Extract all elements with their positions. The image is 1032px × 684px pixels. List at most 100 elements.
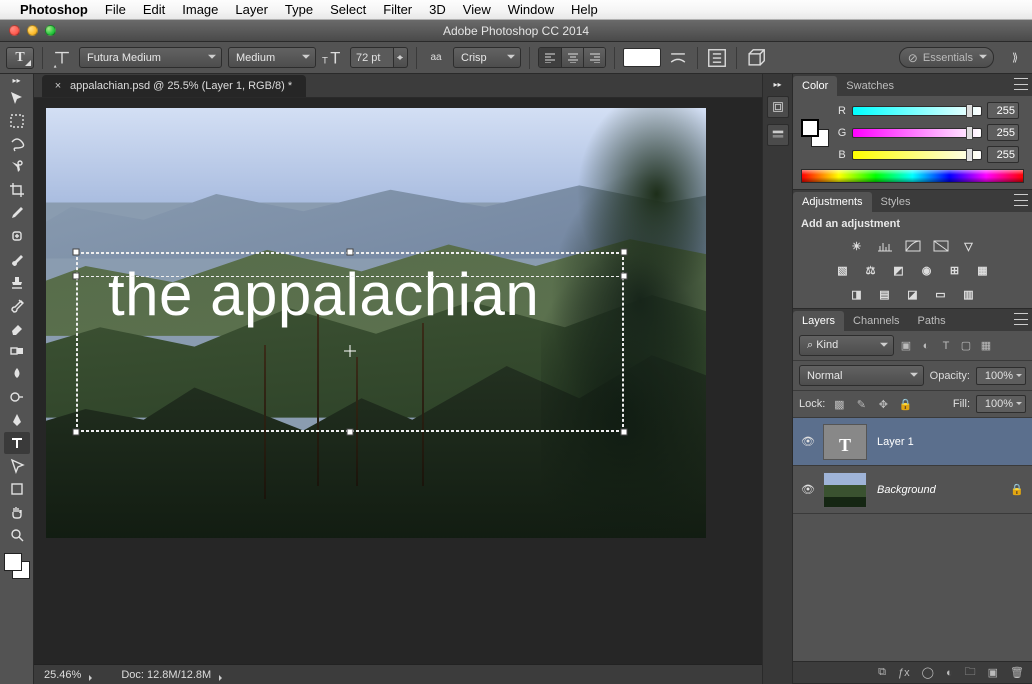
menu-file[interactable]: File: [105, 2, 126, 17]
fg-bg-color-icon[interactable]: [3, 552, 31, 580]
dock-expand-icon[interactable]: ▸▸: [773, 80, 781, 90]
minimize-window-button[interactable]: [27, 25, 38, 36]
adj-posterize-icon[interactable]: ▤: [876, 286, 894, 302]
adj-photo-filter-icon[interactable]: ◉: [918, 262, 936, 278]
layer-row[interactable]: 👁 Background 🔒: [793, 466, 1032, 514]
channel-g-value[interactable]: [987, 124, 1019, 141]
adj-brightness-icon[interactable]: ☀: [848, 238, 866, 254]
menu-select[interactable]: Select: [330, 2, 366, 17]
menu-edit[interactable]: Edit: [143, 2, 165, 17]
adj-invert-icon[interactable]: ◨: [848, 286, 866, 302]
layer-thumbnail[interactable]: [823, 472, 867, 508]
adj-curves-icon[interactable]: [904, 238, 922, 254]
lock-all-icon[interactable]: 🔒: [897, 396, 913, 412]
canvas-viewport[interactable]: the appalachian: [34, 98, 762, 664]
new-fill-adj-icon[interactable]: ◐: [946, 667, 953, 679]
delete-layer-icon[interactable]: 🗑: [1010, 666, 1024, 679]
link-layers-icon[interactable]: ⧉: [878, 666, 886, 679]
fill-field[interactable]: 100%: [976, 395, 1026, 413]
adj-levels-icon[interactable]: [876, 238, 894, 254]
layer-lock-icon[interactable]: 🔒: [1010, 483, 1024, 496]
font-size-stepper[interactable]: [394, 47, 408, 68]
gradient-tool-icon[interactable]: [4, 340, 30, 362]
eraser-tool-icon[interactable]: [4, 317, 30, 339]
filter-pixel-icon[interactable]: ▣: [898, 338, 914, 354]
blur-tool-icon[interactable]: [4, 363, 30, 385]
menu-view[interactable]: View: [463, 2, 491, 17]
history-panel-icon[interactable]: [767, 96, 789, 118]
type-tool-icon[interactable]: [4, 432, 30, 454]
quick-select-tool-icon[interactable]: [4, 156, 30, 178]
properties-panel-icon[interactable]: [767, 124, 789, 146]
document-tab[interactable]: × appalachian.psd @ 25.5% (Layer 1, RGB/…: [42, 75, 306, 97]
hand-tool-icon[interactable]: [4, 501, 30, 523]
orientation-toggle-icon[interactable]: [51, 47, 73, 69]
channel-g-slider[interactable]: [852, 128, 982, 138]
tab-channels[interactable]: Channels: [844, 311, 908, 331]
text-align-group[interactable]: [538, 47, 606, 68]
pen-tool-icon[interactable]: [4, 409, 30, 431]
channel-b-value[interactable]: [987, 146, 1019, 163]
marquee-tool-icon[interactable]: [4, 110, 30, 132]
font-weight-select[interactable]: Medium: [228, 47, 316, 68]
shape-tool-icon[interactable]: [4, 478, 30, 500]
spectrum-picker[interactable]: [801, 169, 1024, 183]
menu-app[interactable]: Photoshop: [20, 2, 88, 17]
visibility-toggle-icon[interactable]: 👁: [793, 483, 823, 496]
lock-position-icon[interactable]: ✥: [875, 396, 891, 412]
lock-paint-icon[interactable]: ✎: [853, 396, 869, 412]
search-icon[interactable]: ⟫: [1004, 47, 1026, 69]
zoom-level[interactable]: 25.46%: [44, 669, 91, 681]
layer-thumbnail[interactable]: T: [823, 424, 867, 460]
history-brush-tool-icon[interactable]: [4, 294, 30, 316]
menu-layer[interactable]: Layer: [235, 2, 268, 17]
adj-bw-icon[interactable]: ◩: [890, 262, 908, 278]
text-layer-content[interactable]: the appalachian: [108, 260, 539, 329]
tab-styles[interactable]: Styles: [872, 192, 920, 212]
channel-r-value[interactable]: [987, 102, 1019, 119]
menu-filter[interactable]: Filter: [383, 2, 412, 17]
layer-name[interactable]: Background: [877, 484, 936, 496]
layer-style-icon[interactable]: ƒx: [898, 667, 910, 679]
adj-threshold-icon[interactable]: ◪: [904, 286, 922, 302]
panel-menu-icon[interactable]: [1014, 313, 1028, 325]
blend-mode-select[interactable]: Normal: [799, 365, 924, 386]
panel-color-swatches[interactable]: [801, 119, 829, 147]
stamp-tool-icon[interactable]: [4, 271, 30, 293]
move-tool-icon[interactable]: [4, 87, 30, 109]
adj-channel-mixer-icon[interactable]: ⊞: [946, 262, 964, 278]
text-color-swatch[interactable]: [623, 48, 661, 67]
channel-b-slider[interactable]: [852, 150, 982, 160]
crop-tool-icon[interactable]: [4, 179, 30, 201]
align-left-button[interactable]: [539, 48, 561, 67]
workspace-switcher[interactable]: Essentials: [899, 47, 994, 68]
lock-pixels-icon[interactable]: ▩: [831, 396, 847, 412]
canvas[interactable]: the appalachian: [46, 108, 706, 538]
adj-gradient-map-icon[interactable]: ▭: [932, 286, 950, 302]
adj-exposure-icon[interactable]: [932, 238, 950, 254]
fg-color-swatch[interactable]: [4, 553, 22, 571]
visibility-toggle-icon[interactable]: 👁: [793, 435, 823, 448]
menu-3d[interactable]: 3D: [429, 2, 446, 17]
warp-text-icon[interactable]: [667, 47, 689, 69]
antialias-select[interactable]: Crisp: [453, 47, 521, 68]
panel-menu-icon[interactable]: [1014, 78, 1028, 90]
align-center-button[interactable]: [561, 48, 583, 67]
menu-help[interactable]: Help: [571, 2, 598, 17]
font-size-field[interactable]: 72 pt: [350, 47, 408, 68]
filter-adjust-icon[interactable]: ◐: [918, 338, 934, 354]
filter-shape-icon[interactable]: ▢: [958, 338, 974, 354]
layer-name[interactable]: Layer 1: [877, 436, 914, 448]
adj-selective-color-icon[interactable]: ▥: [960, 286, 978, 302]
layer-mask-icon[interactable]: ◯: [922, 666, 934, 679]
channel-r-slider[interactable]: [852, 106, 982, 116]
tab-paths[interactable]: Paths: [909, 311, 955, 331]
filter-smart-icon[interactable]: ▦: [978, 338, 994, 354]
layer-row[interactable]: 👁 T Layer 1: [793, 418, 1032, 466]
tab-layers[interactable]: Layers: [793, 311, 844, 331]
opacity-field[interactable]: 100%: [976, 367, 1026, 385]
menu-type[interactable]: Type: [285, 2, 313, 17]
brush-tool-icon[interactable]: [4, 248, 30, 270]
lasso-tool-icon[interactable]: [4, 133, 30, 155]
new-layer-icon[interactable]: ▣: [988, 666, 998, 679]
